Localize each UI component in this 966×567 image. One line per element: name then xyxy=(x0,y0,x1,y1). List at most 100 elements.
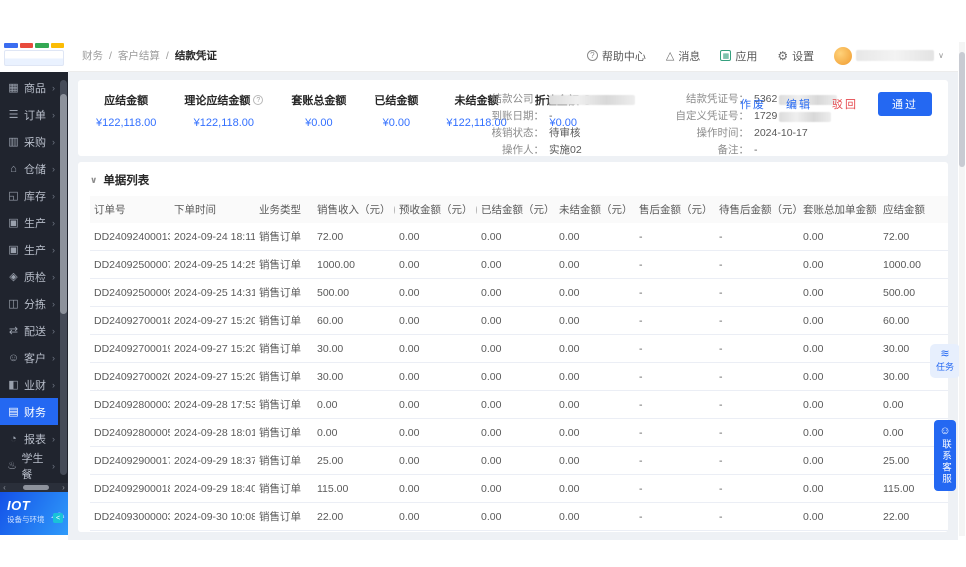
sidebar-item-配送[interactable]: ⇄配送› xyxy=(0,317,58,344)
main-scrollbar-thumb[interactable] xyxy=(959,52,965,167)
sidebar-item-label: 财务 xyxy=(24,404,46,420)
task-float-button[interactable]: ≋ 任务 xyxy=(930,344,960,378)
sidebar-item-label: 质检 xyxy=(24,269,46,285)
cell-订单号: DD24092800003 xyxy=(90,391,170,419)
messages-button[interactable]: △ 消息 xyxy=(666,48,700,64)
cell-订单号: DD24092800005 xyxy=(90,419,170,447)
horizontal-scroll-thumb[interactable] xyxy=(23,485,49,490)
cell-业务类型: 销售订单 xyxy=(255,475,313,503)
table-row: DD240929000182024-09-29 18:40销售订单115.000… xyxy=(90,475,948,503)
info-icon[interactable]: ? xyxy=(476,205,478,215)
cell-售后金额（元）: - xyxy=(635,363,715,391)
sidebar-item-订单[interactable]: ☰订单› xyxy=(0,101,58,128)
cell-待售后金额（元）: - xyxy=(715,335,799,363)
cell-售后金额（元）: - xyxy=(635,531,715,533)
table-row: DD240924000132024-09-24 18:11销售订单72.000.… xyxy=(90,223,948,251)
sidebar-item-客户[interactable]: ☺客户› xyxy=(0,344,58,371)
sidebar-item-商品[interactable]: ▦商品› xyxy=(0,74,58,101)
sidebar-item-仓储[interactable]: ⌂仓储› xyxy=(0,155,58,182)
cell-销售收入（元）: 30.00 xyxy=(313,363,395,391)
breadcrumb-finance[interactable]: 财务 xyxy=(82,48,103,63)
cell-下单时间: 2024-09-29 18:40 xyxy=(170,475,255,503)
cell-套账总加单金额: 0.00 xyxy=(799,447,879,475)
cell-销售收入（元）: 500.00 xyxy=(313,279,395,307)
cell-业务类型: 销售订单 xyxy=(255,251,313,279)
cell-下单时间: 2024-09-27 15:20 xyxy=(170,335,255,363)
scroll-left-icon[interactable]: ‹ xyxy=(0,483,9,492)
财务-icon: ▤ xyxy=(7,405,20,418)
breadcrumb-customer-settlement[interactable]: 客户结算 xyxy=(118,48,160,63)
业财-icon: ◧ xyxy=(7,378,20,391)
app-logo xyxy=(0,40,68,72)
cell-订单号: DD24093000004 xyxy=(90,531,170,533)
support-label: 联系客服 xyxy=(938,439,952,485)
cell-应结金额: 500.00 xyxy=(879,279,948,307)
table-row: DD240928000052024-09-28 18:01销售订单0.000.0… xyxy=(90,419,948,447)
apps-label: 应用 xyxy=(735,48,757,64)
approve-button[interactable]: 通过 xyxy=(878,92,932,116)
column-header-套账总加单金额: 套账总加单金额? xyxy=(799,196,879,223)
column-header-售后金额（元）: 售后金额（元）? xyxy=(635,196,715,223)
share-icon: < xyxy=(53,513,63,523)
edit-button[interactable]: 编辑 xyxy=(786,96,812,112)
cell-套账总加单金额: 0.00 xyxy=(799,503,879,531)
sidebar-scrollbar-thumb[interactable] xyxy=(60,94,67,314)
cell-下单时间: 2024-09-25 14:25 xyxy=(170,251,255,279)
cell-未结金额（元）: 0.00 xyxy=(555,391,635,419)
sidebar-scrollbar[interactable] xyxy=(60,80,67,475)
sidebar-item-学生餐[interactable]: ♨学生餐› xyxy=(0,452,58,479)
cell-销售收入（元）: 30.00 xyxy=(313,335,395,363)
报表-icon: ◔ xyxy=(7,433,20,445)
reject-button[interactable]: 驳回 xyxy=(832,96,858,112)
user-menu[interactable]: ∨ xyxy=(834,47,944,65)
main-scrollbar[interactable] xyxy=(959,42,965,536)
layers-icon: ≋ xyxy=(940,349,949,359)
iot-banner[interactable]: IOT 设备与环境 ☁ < xyxy=(0,492,68,535)
sidebar-menu: ▦商品›☰订单›▥采购›⌂仓储›◱库存›▣生产›▣生产›◈质检›◫分拣›⇄配送›… xyxy=(0,74,58,483)
settings-button[interactable]: ⚙ 设置 xyxy=(777,48,814,64)
cell-业务类型: 销售订单 xyxy=(255,223,313,251)
sidebar-item-库存[interactable]: ◱库存› xyxy=(0,182,58,209)
help-icon: ? xyxy=(587,50,598,61)
cell-售后金额（元）: - xyxy=(635,307,715,335)
cell-待售后金额（元）: - xyxy=(715,307,799,335)
caret-right-icon: › xyxy=(52,191,58,201)
cell-未结金额（元）: 0.00 xyxy=(555,447,635,475)
collapse-icon[interactable]: ∨ xyxy=(90,175,97,186)
cell-已结金额（元）: 0.00 xyxy=(477,475,555,503)
help-center-button[interactable]: ? 帮助中心 xyxy=(587,48,646,64)
stat-label: 套账总金额 xyxy=(291,92,346,108)
cell-已结金额（元）: 0.00 xyxy=(477,503,555,531)
sidebar-item-报表[interactable]: ◔报表› xyxy=(0,425,58,452)
info-row: 操作人：实施02 xyxy=(480,144,635,157)
sidebar-item-业财[interactable]: ◧业财› xyxy=(0,371,58,398)
cell-已结金额（元）: 0.00 xyxy=(477,335,555,363)
配送-icon: ⇄ xyxy=(7,324,20,337)
sidebar-item-分拣[interactable]: ◫分拣› xyxy=(0,290,58,317)
sidebar-item-财务[interactable]: ▤财务› xyxy=(0,398,58,425)
cell-待售后金额（元）: - xyxy=(715,391,799,419)
cell-待售后金额（元）: - xyxy=(715,223,799,251)
main-content: 应结金额¥122,118.00理论应结金额?¥122,118.00套账总金额¥0… xyxy=(68,72,958,540)
生产-icon: ▣ xyxy=(7,216,20,229)
cell-待售后金额（元）: - xyxy=(715,503,799,531)
apps-button[interactable]: ▦ 应用 xyxy=(720,48,757,64)
info-label: 到账日期： xyxy=(480,110,544,123)
void-button[interactable]: 作废 xyxy=(740,96,766,112)
info-icon[interactable]: ? xyxy=(394,205,396,215)
info-icon[interactable]: ? xyxy=(253,95,263,105)
info-label: 结款凭证号： xyxy=(661,93,749,106)
caret-right-icon: › xyxy=(52,245,58,255)
sidebar-item-生产[interactable]: ▣生产› xyxy=(0,236,58,263)
info-row: 结款公司： xyxy=(480,93,635,106)
scroll-right-icon[interactable]: › xyxy=(59,483,68,492)
caret-right-icon: › xyxy=(52,380,58,390)
sidebar-item-采购[interactable]: ▥采购› xyxy=(0,128,58,155)
column-header-cell: 待售后金额（元）? xyxy=(719,202,795,217)
cell-应结金额: 1.00 xyxy=(879,531,948,533)
sidebar-item-质检[interactable]: ◈质检› xyxy=(0,263,58,290)
sidebar-item-生产[interactable]: ▣生产› xyxy=(0,209,58,236)
contact-support-button[interactable]: ☺ 联系客服 xyxy=(934,420,956,491)
cell-售后金额（元）: - xyxy=(635,279,715,307)
caret-right-icon: › xyxy=(52,353,58,363)
